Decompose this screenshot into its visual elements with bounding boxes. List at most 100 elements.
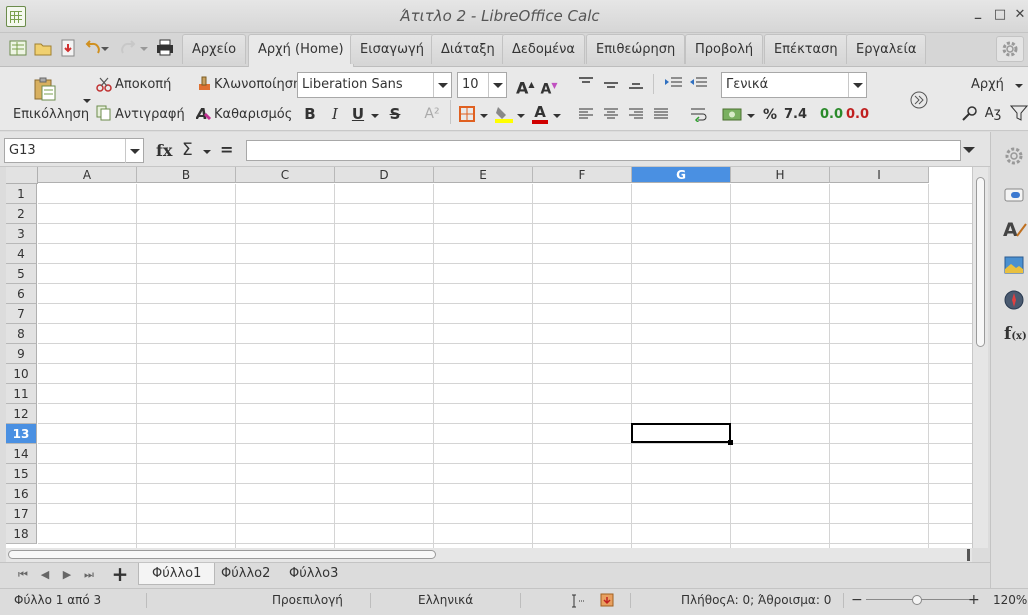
cell-area[interactable] xyxy=(38,184,972,548)
align-bottom-icon[interactable] xyxy=(627,76,645,90)
paste-icon[interactable] xyxy=(32,76,58,102)
styles-icon[interactable]: A xyxy=(1002,216,1028,242)
percent-format-button[interactable]: % xyxy=(761,106,779,124)
gallery-icon[interactable] xyxy=(1003,254,1025,276)
column-header-e[interactable]: E xyxy=(434,167,533,183)
functions-icon[interactable]: f(x) xyxy=(1004,324,1028,346)
vertical-scrollbar[interactable] xyxy=(972,167,988,548)
row-header-6[interactable]: 6 xyxy=(6,284,37,304)
row-header-9[interactable]: 9 xyxy=(6,344,37,364)
row-header-17[interactable]: 17 xyxy=(6,504,37,524)
zoom-in-icon[interactable]: + xyxy=(968,589,980,611)
navigator-icon[interactable] xyxy=(1003,289,1025,311)
font-color-dropdown-icon[interactable] xyxy=(552,110,562,120)
zoom-out-icon[interactable]: − xyxy=(851,589,863,611)
styles-dropdown-icon[interactable] xyxy=(1014,80,1024,90)
row-header-18[interactable]: 18 xyxy=(6,524,37,544)
underline-button[interactable]: U xyxy=(349,105,367,123)
column-header-d[interactable]: D xyxy=(335,167,434,183)
tab-data[interactable]: Δεδομένα xyxy=(502,34,585,64)
borders-icon[interactable] xyxy=(458,105,476,123)
column-header-h[interactable]: H xyxy=(731,167,830,183)
align-center-icon[interactable] xyxy=(602,107,620,121)
row-header-10[interactable]: 10 xyxy=(6,364,37,384)
delete-decimal-button[interactable]: 0.0 xyxy=(846,106,869,124)
align-left-icon[interactable] xyxy=(577,107,595,121)
row-header-14[interactable]: 14 xyxy=(6,444,37,464)
shrink-font-button[interactable]: A▼ xyxy=(540,77,558,99)
clear-formatting-button[interactable]: Καθαρισμός xyxy=(214,107,292,122)
maximize-button[interactable]: □ xyxy=(993,8,1007,22)
last-sheet-icon[interactable]: ⏭ xyxy=(82,568,96,582)
undo-dropdown-icon[interactable] xyxy=(100,38,110,58)
document-modified-icon[interactable] xyxy=(600,592,614,607)
wrap-text-icon[interactable] xyxy=(689,106,709,124)
column-header-b[interactable]: B xyxy=(137,167,236,183)
number-format-combo[interactable]: Γενικά xyxy=(721,72,867,98)
previous-sheet-icon[interactable]: ◀ xyxy=(38,568,52,582)
sheet-tab-3[interactable]: Φύλλο3 xyxy=(276,563,351,585)
column-header-i[interactable]: I xyxy=(830,167,929,183)
row-header-5[interactable]: 5 xyxy=(6,264,37,284)
number-format-button[interactable]: 7.4 xyxy=(784,106,807,124)
open-folder-icon[interactable] xyxy=(33,38,53,58)
grow-font-button[interactable]: A▲ xyxy=(516,76,535,97)
add-decimal-button[interactable]: 0.0 xyxy=(820,106,843,124)
underline-dropdown-icon[interactable] xyxy=(370,110,380,120)
sum-button[interactable]: Σ xyxy=(182,140,193,160)
sheet-tab-2[interactable]: Φύλλο2 xyxy=(208,563,283,585)
column-header-f[interactable]: F xyxy=(533,167,632,183)
print-icon[interactable] xyxy=(155,38,175,58)
tab-extension[interactable]: Επέκταση xyxy=(764,34,848,64)
increase-indent-icon[interactable] xyxy=(664,76,684,90)
chevron-down-icon[interactable] xyxy=(488,73,506,97)
sum-dropdown-icon[interactable] xyxy=(202,146,212,156)
save-icon[interactable] xyxy=(58,38,78,58)
highlight-dropdown-icon[interactable] xyxy=(516,110,526,120)
column-header-c[interactable]: C xyxy=(236,167,335,183)
row-header-1[interactable]: 1 xyxy=(6,184,37,204)
name-box[interactable]: G13 xyxy=(4,138,144,163)
row-header-11[interactable]: 11 xyxy=(6,384,37,404)
spelling-icon[interactable]: Aʒ xyxy=(983,105,1003,123)
copy-button[interactable]: Αντιγραφή xyxy=(115,107,185,122)
new-document-icon[interactable] xyxy=(8,38,28,58)
row-header-7[interactable]: 7 xyxy=(6,304,37,324)
align-middle-icon[interactable] xyxy=(602,76,620,90)
sidebar-settings-icon[interactable] xyxy=(1002,144,1026,168)
insert-mode-icon[interactable] xyxy=(570,593,586,608)
vertical-scroll-thumb[interactable] xyxy=(976,177,985,347)
align-right-icon[interactable] xyxy=(627,107,645,121)
language-status[interactable]: Ελληνικά xyxy=(418,589,473,611)
font-color-button[interactable]: A xyxy=(530,103,550,124)
sheet-tab-1[interactable]: Φύλλο1 xyxy=(138,563,216,585)
strikethrough-button[interactable]: S xyxy=(386,105,404,123)
split-handle[interactable] xyxy=(967,549,970,561)
close-button[interactable]: ✕ xyxy=(1013,8,1027,22)
properties-icon[interactable] xyxy=(1003,184,1025,206)
function-wizard-button[interactable]: fx xyxy=(156,141,172,160)
currency-format-icon[interactable] xyxy=(722,105,742,123)
tab-review[interactable]: Επιθεώρηση xyxy=(586,34,686,64)
select-all-corner[interactable] xyxy=(6,167,38,184)
tab-insert[interactable]: Εισαγωγή xyxy=(350,34,434,64)
next-sheet-icon[interactable]: ▶ xyxy=(60,568,74,582)
decrease-indent-icon[interactable] xyxy=(689,76,709,90)
first-sheet-icon[interactable]: ⏮ xyxy=(16,568,30,582)
clone-formatting-button[interactable]: Κλωνοποίηση xyxy=(214,77,301,92)
page-style-status[interactable]: Προεπιλογή xyxy=(272,589,343,611)
formula-button[interactable]: = xyxy=(220,140,233,159)
expand-formula-bar-icon[interactable] xyxy=(962,144,976,156)
more-options-icon[interactable] xyxy=(909,90,929,110)
row-header-4[interactable]: 4 xyxy=(6,244,37,264)
chevron-down-icon[interactable] xyxy=(433,73,451,97)
tab-home[interactable]: Αρχή (Home) xyxy=(248,34,354,67)
currency-dropdown-icon[interactable] xyxy=(746,110,756,120)
horizontal-scrollbar[interactable] xyxy=(6,548,972,562)
find-replace-icon[interactable] xyxy=(960,104,980,122)
paste-button[interactable]: Επικόλληση xyxy=(13,107,89,122)
selection-summary-status[interactable]: ΠλήθοςΑ: 0; Άθροισμα: 0 xyxy=(681,589,831,611)
tab-layout[interactable]: Διάταξη xyxy=(431,34,505,64)
font-size-combo[interactable]: 10 xyxy=(457,72,507,98)
column-header-a[interactable]: A xyxy=(38,167,137,183)
